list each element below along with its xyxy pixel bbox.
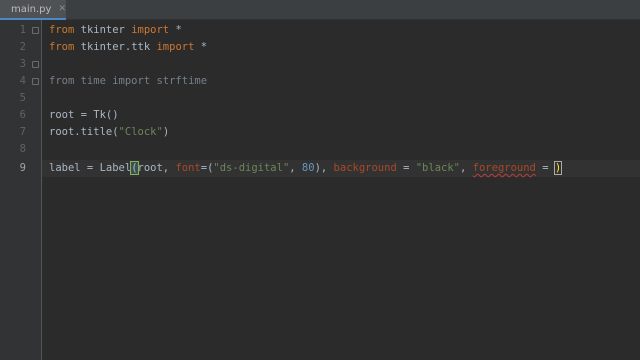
code-text: ), — [314, 162, 334, 174]
module-name: tkinter — [74, 24, 132, 36]
keyword: from — [49, 24, 75, 36]
editor-tab-bar: main.py ✕ — [0, 0, 640, 20]
string-literal: "ds-digital" — [213, 162, 290, 174]
code-line-7: root.title("Clock") — [49, 124, 169, 141]
code-text: root, — [137, 162, 176, 174]
code-text: ) — [162, 126, 170, 138]
code-text: , — [460, 162, 473, 174]
fold-marker-icon[interactable] — [32, 78, 39, 85]
code-line-2: from tkinter.ttk import * — [49, 39, 207, 56]
import-target: * — [169, 24, 182, 36]
tab-label: main.py — [11, 3, 52, 15]
string-literal: "Clock" — [118, 126, 163, 138]
code-text: = — [396, 162, 416, 174]
keyword: import — [156, 41, 195, 53]
code-line-9: label = Label(root, font=("ds-digital", … — [49, 160, 563, 177]
code-text: label = Label — [49, 162, 132, 174]
code-editor[interactable]: from tkinter import * from tkinter.ttk i… — [42, 20, 640, 360]
fold-marker-icon[interactable] — [32, 61, 39, 68]
keyword-argument: background — [333, 162, 397, 174]
line-number: 7 — [19, 126, 26, 138]
keyword-argument-error: foreground — [472, 162, 536, 174]
line-number: 1 — [19, 24, 26, 36]
code-text: = — [535, 162, 555, 174]
line-number: 2 — [19, 41, 26, 53]
line-number: 4 — [19, 75, 26, 87]
code-text: root.title( — [49, 126, 119, 138]
keyword: import — [131, 24, 170, 36]
tab-main-py[interactable]: main.py ✕ — [0, 0, 66, 20]
ide-window: main.py ✕ 1 2 3 4 5 6 7 8 9 from tkinter… — [0, 0, 640, 360]
import-target: * — [194, 41, 208, 53]
line-number: 6 — [19, 109, 26, 121]
string-literal: "black" — [415, 162, 460, 174]
line-number-gutter: 1 2 3 4 5 6 7 8 9 — [0, 20, 42, 360]
close-tab-icon[interactable]: ✕ — [58, 4, 66, 14]
code-line-4: from time import strftime — [49, 75, 208, 87]
line-number-active: 9 — [19, 162, 26, 174]
code-line-1: from tkinter import * — [49, 22, 182, 39]
line-number: 8 — [19, 143, 26, 155]
code-line-6: root = Tk() — [49, 109, 119, 121]
line-number: 5 — [19, 92, 26, 104]
number-literal: 80 — [301, 162, 315, 174]
caret-paren: ) — [553, 161, 563, 175]
module-name: tkinter.ttk — [74, 41, 157, 53]
keyword-argument: font — [175, 162, 201, 174]
fold-marker-icon[interactable] — [32, 27, 39, 34]
line-number: 3 — [19, 58, 26, 70]
code-text: , — [289, 162, 302, 174]
code-text: =( — [200, 162, 214, 174]
keyword: from — [49, 41, 75, 53]
